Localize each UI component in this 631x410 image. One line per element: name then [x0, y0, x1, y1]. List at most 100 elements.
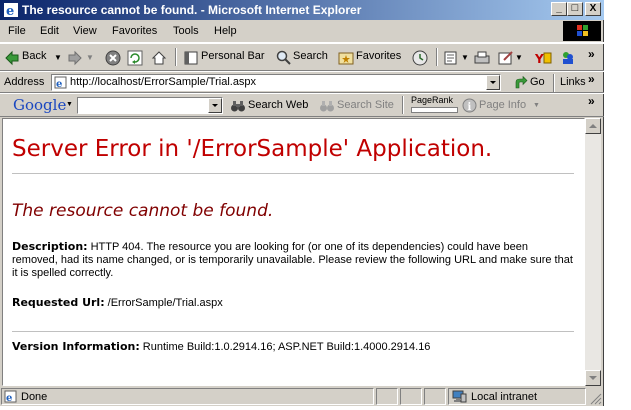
page-done-icon: e	[4, 390, 17, 403]
menu-view[interactable]: View	[73, 25, 97, 37]
vertical-scrollbar[interactable]	[585, 118, 601, 386]
binoculars-icon[interactable]	[230, 98, 246, 114]
links-chevron-icon[interactable]: »	[588, 72, 595, 86]
stop-icon[interactable]	[105, 50, 121, 66]
svg-text:Y: Y	[534, 52, 544, 66]
version-divider	[12, 331, 574, 332]
menu-help[interactable]: Help	[214, 25, 237, 37]
close-button[interactable]: X	[585, 2, 601, 16]
ie-logo-icon: e	[4, 3, 18, 18]
windows-logo	[563, 21, 601, 41]
edit-icon[interactable]	[498, 50, 514, 66]
search-icon[interactable]	[276, 50, 292, 66]
toolbar-separator	[436, 48, 438, 66]
forward-arrow-icon[interactable]	[67, 50, 83, 66]
links-button[interactable]: Links	[560, 76, 586, 88]
svg-text:i: i	[468, 102, 472, 113]
security-zone-pane: Local intranet	[448, 388, 586, 405]
scroll-up-button[interactable]	[585, 118, 601, 134]
requested-url-value: /ErrorSample/Trial.aspx	[107, 297, 223, 309]
svg-text:e: e	[56, 79, 62, 89]
page-heading: Server Error in '/ErrorSample' Applicati…	[12, 136, 493, 162]
personal-bar-icon[interactable]	[184, 51, 198, 65]
arrow-up-icon	[589, 124, 597, 128]
minimize-button[interactable]: _	[551, 2, 567, 16]
status-pane	[376, 388, 398, 405]
toolbar-separator	[402, 96, 404, 114]
menu-bar: File Edit View Favorites Tools Help	[0, 20, 604, 43]
description-label: Description:	[12, 240, 88, 253]
address-input[interactable]: e http://localhost/ErrorSample/Trial.asp…	[51, 74, 501, 91]
page-icon: e	[54, 76, 67, 89]
google-toolbar: Google ▼ Search Web Search Site PageRank…	[0, 93, 604, 117]
menu-favorites[interactable]: Favorites	[112, 25, 157, 37]
ie-window: e The resource cannot be found. - Micros…	[0, 0, 604, 410]
page-info-icon[interactable]: i	[462, 98, 477, 113]
menu-edit[interactable]: Edit	[40, 25, 59, 37]
google-chevron-icon[interactable]: »	[588, 94, 595, 108]
forward-dropdown-icon[interactable]: ▼	[86, 53, 94, 62]
requested-url-block: Requested Url: /ErrorSample/Trial.aspx	[12, 296, 574, 310]
window-title: The resource cannot be found. - Microsof…	[22, 3, 362, 17]
standard-toolbar: Back ▼ ▼ Personal Bar Search Favorites ▼…	[0, 43, 604, 71]
resize-grip-icon[interactable]	[588, 391, 602, 405]
address-bar: Address e http://localhost/ErrorSample/T…	[0, 71, 604, 93]
maximize-button[interactable]: □	[567, 2, 583, 16]
google-logo[interactable]: Google	[13, 96, 66, 114]
status-bar: e Done Local intranet	[0, 387, 604, 406]
google-menu-dropdown-icon[interactable]: ▼	[66, 101, 73, 108]
home-icon[interactable]	[151, 50, 167, 66]
toolbar-separator	[175, 48, 177, 66]
arrow-down-icon	[589, 376, 597, 380]
toolbar-chevron-icon[interactable]: »	[588, 47, 595, 61]
version-label: Version Information:	[12, 340, 140, 353]
favorites-icon[interactable]	[338, 50, 354, 66]
mail-icon[interactable]	[444, 50, 460, 66]
yahoo-icon[interactable]: Y	[534, 50, 552, 66]
svg-text:e: e	[6, 393, 12, 403]
search-site-icon[interactable]	[319, 98, 335, 114]
intranet-icon	[452, 390, 467, 403]
history-icon[interactable]	[412, 50, 428, 66]
print-icon[interactable]	[474, 50, 490, 66]
back-arrow-icon[interactable]	[4, 50, 20, 66]
personal-bar-button[interactable]: Personal Bar	[201, 50, 265, 62]
search-site-button[interactable]: Search Site	[337, 99, 394, 111]
address-url: http://localhost/ErrorSample/Trial.aspx	[70, 76, 257, 88]
browser-content: Server Error in '/ErrorSample' Applicati…	[2, 118, 585, 386]
description-block: Description: HTTP 404. The resource you …	[12, 240, 574, 280]
desktop-strip	[0, 406, 631, 410]
search-button[interactable]: Search	[293, 50, 328, 62]
pagerank-label: PageRank	[411, 95, 454, 105]
go-button[interactable]: Go	[530, 76, 545, 88]
google-search-dropdown-icon[interactable]	[208, 98, 222, 113]
page-info-dropdown-icon[interactable]: ▼	[533, 102, 540, 109]
status-pane	[424, 388, 446, 405]
status-pane	[400, 388, 422, 405]
search-web-button[interactable]: Search Web	[248, 99, 308, 111]
pagerank-bar	[411, 107, 458, 113]
mail-dropdown-icon[interactable]: ▼	[461, 53, 469, 62]
description-text: HTTP 404. The resource you are looking f…	[12, 241, 573, 279]
back-button[interactable]: Back	[22, 50, 46, 62]
version-block: Version Information: Runtime Build:1.0.2…	[12, 340, 574, 354]
page-info-button[interactable]: Page Info	[479, 99, 526, 111]
go-arrow-icon[interactable]	[514, 76, 528, 90]
menu-tools[interactable]: Tools	[173, 25, 199, 37]
menu-file[interactable]: File	[8, 25, 26, 37]
version-text: Runtime Build:1.0.2914.16; ASP.NET Build…	[142, 341, 431, 353]
address-label: Address	[4, 76, 45, 88]
favorites-button[interactable]: Favorites	[356, 50, 401, 62]
scroll-down-button[interactable]	[585, 370, 601, 386]
status-text-pane: e Done	[1, 388, 374, 405]
refresh-icon[interactable]	[127, 50, 143, 66]
title-bar[interactable]: e The resource cannot be found. - Micros…	[0, 0, 604, 20]
edit-dropdown-icon[interactable]: ▼	[515, 53, 523, 62]
address-dropdown-icon[interactable]	[486, 75, 500, 90]
status-text: Done	[21, 391, 48, 403]
google-search-input[interactable]	[77, 97, 223, 114]
messenger-icon[interactable]	[560, 50, 576, 66]
back-dropdown-icon[interactable]: ▼	[54, 53, 62, 62]
requested-url-label: Requested Url:	[12, 296, 105, 309]
heading-divider	[12, 173, 574, 174]
